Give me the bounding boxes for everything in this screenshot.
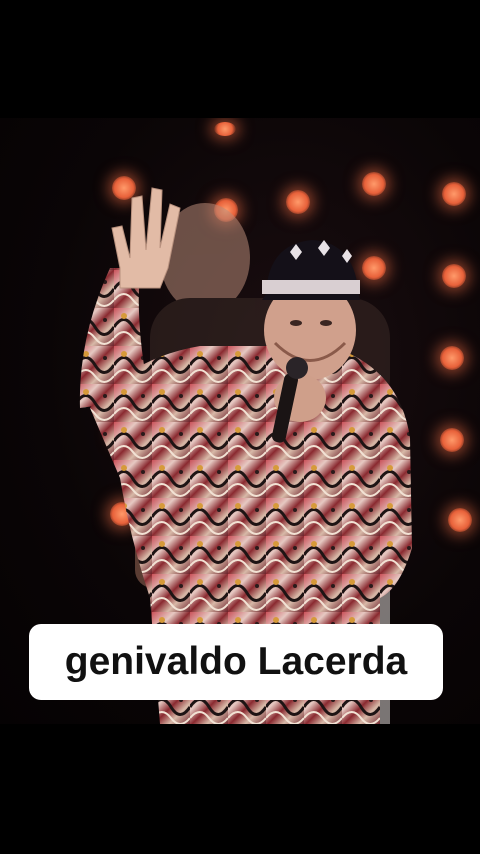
caption-text: genivaldo Lacerda [64,640,408,683]
caption-box: genivaldo Lacerda [29,624,443,700]
